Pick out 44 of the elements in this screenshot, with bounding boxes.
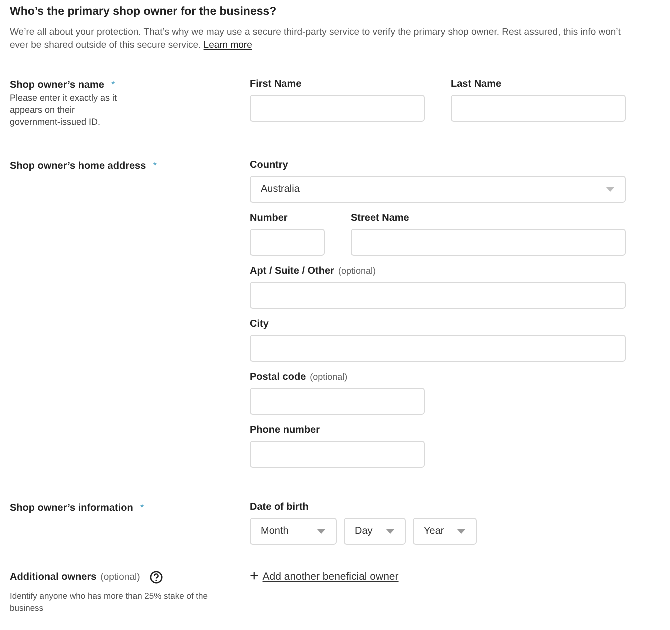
date-select[interactable]: Day bbox=[344, 518, 406, 545]
section-label: Additional owners bbox=[10, 572, 97, 583]
hint-text: Please enter it exactly as it appears on their government-issued ID. bbox=[10, 92, 118, 128]
input-field[interactable] bbox=[250, 388, 425, 415]
required-mark: * bbox=[153, 161, 158, 172]
optional-text: (optional) bbox=[310, 372, 348, 382]
field-label: Apt / Suite / Other bbox=[250, 266, 334, 277]
date-select[interactable]: Month bbox=[250, 518, 337, 545]
add-owner-link[interactable]: Add another beneficial owner bbox=[262, 570, 399, 582]
required-mark: * bbox=[111, 80, 116, 91]
input-field[interactable] bbox=[250, 282, 626, 309]
caret-icon bbox=[457, 529, 466, 534]
section-label: Shop owner’s information bbox=[10, 503, 134, 514]
field-label: City bbox=[250, 319, 269, 330]
input-field[interactable] bbox=[351, 229, 626, 256]
field-label: Country bbox=[250, 160, 288, 171]
learn-more-link[interactable]: Learn more bbox=[204, 40, 252, 51]
help-icon[interactable] bbox=[150, 571, 164, 584]
optional-text: (optional) bbox=[100, 572, 140, 583]
field-label: Phone number bbox=[250, 425, 320, 436]
field-label: Street Name bbox=[351, 213, 410, 224]
field-label: Date of birth bbox=[250, 502, 309, 513]
field-label: Number bbox=[250, 213, 288, 224]
required-mark: * bbox=[140, 503, 144, 514]
input-field[interactable] bbox=[250, 441, 425, 468]
input-field[interactable] bbox=[250, 229, 325, 256]
intro-text: We’re all about your protection. That’s why we may use a secure third-party service to verify the primary shop owner. Rest assured, this info won’t ever be shared outside of this secure service. Learn more bbox=[10, 26, 622, 52]
input-field[interactable] bbox=[451, 95, 626, 122]
input-field[interactable] bbox=[250, 95, 425, 122]
form-heading: Who’s the primary shop owner for the business? bbox=[10, 5, 278, 20]
field-label: First Name bbox=[250, 79, 302, 90]
date-select[interactable]: Year bbox=[413, 518, 477, 545]
hint-text: Identify anyone who has more than 25% stake of the business bbox=[10, 590, 209, 614]
field-label: Last Name bbox=[451, 79, 502, 90]
caret-icon bbox=[606, 187, 615, 192]
country-select[interactable]: Australia bbox=[250, 176, 626, 203]
field-label: Postal code bbox=[250, 372, 306, 383]
section-label: Shop owner’s name bbox=[10, 80, 104, 91]
plus-icon: + bbox=[250, 570, 259, 583]
caret-icon bbox=[317, 529, 326, 534]
optional-text: (optional) bbox=[338, 266, 376, 276]
section-label: Shop owner’s home address bbox=[10, 161, 146, 172]
caret-icon bbox=[386, 529, 395, 534]
input-field[interactable] bbox=[250, 335, 626, 362]
